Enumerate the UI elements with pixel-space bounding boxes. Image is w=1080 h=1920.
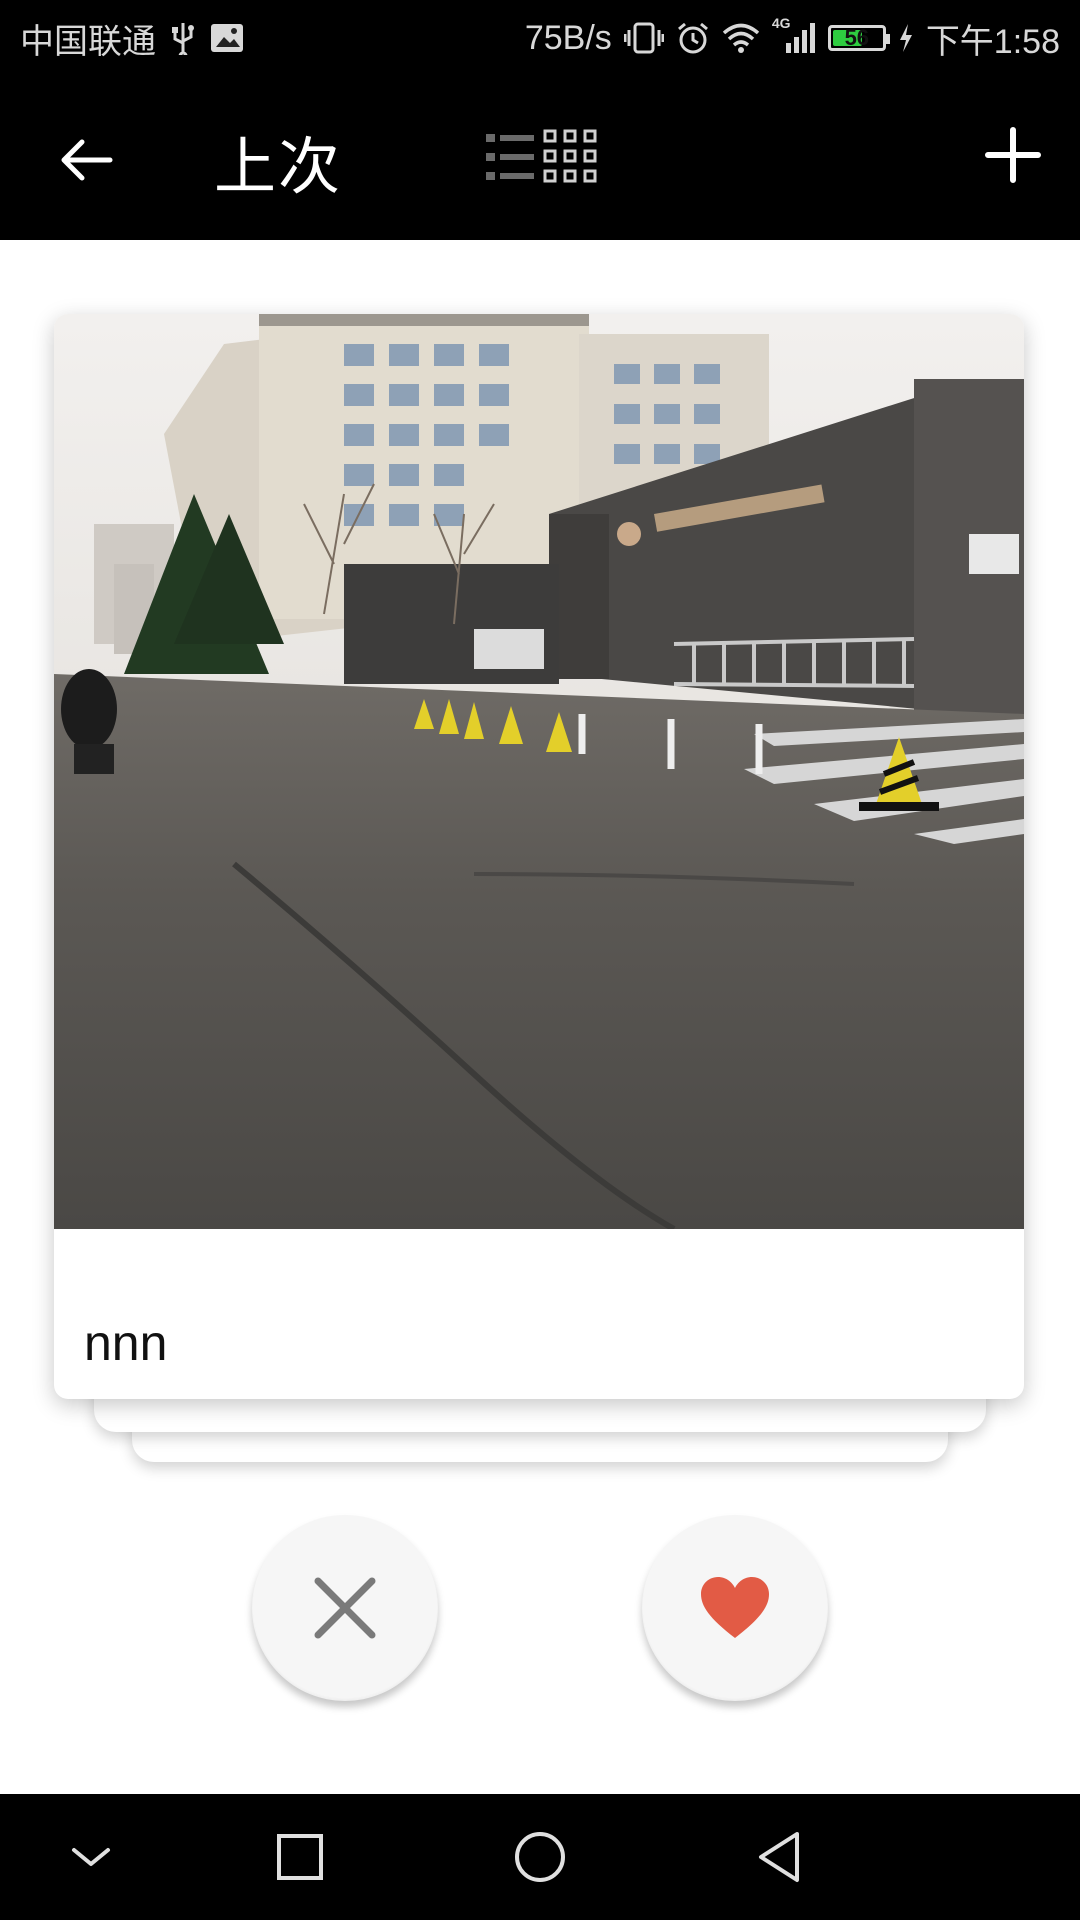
system-back-button[interactable] (747, 1824, 813, 1890)
signal-icon: 4G (772, 15, 816, 55)
image-notification-icon (210, 23, 244, 53)
clock: 下午1:58 (925, 22, 1060, 61)
list-view-button[interactable] (484, 130, 542, 184)
status-right: 75B/s 4G 56 下午1:58 (525, 14, 1060, 63)
dislike-button[interactable] (252, 1515, 438, 1701)
card-caption: nnn (84, 1315, 168, 1371)
back-triangle-icon (759, 1832, 799, 1882)
app-bar: 上次 (0, 76, 1080, 240)
status-bar: 中国联通 75B/s 4G 56 下午1:58 (0, 0, 1080, 76)
vibrate-icon (623, 21, 664, 55)
list-view-icon (486, 134, 534, 180)
add-button[interactable] (984, 126, 1042, 184)
hide-nav-button[interactable] (58, 1824, 124, 1890)
page-title: 上次 (214, 133, 343, 202)
grid-view-icon (543, 129, 597, 183)
status-left: 中国联通 (20, 14, 244, 63)
battery-level: 56 (844, 25, 870, 50)
usb-icon (170, 21, 196, 55)
network-type: 4G (771, 15, 791, 31)
wifi-icon (722, 22, 760, 54)
close-icon (314, 1577, 376, 1639)
swipe-card[interactable]: nnn (54, 314, 1024, 1399)
grid-view-button[interactable] (542, 128, 598, 184)
alarm-icon (676, 21, 710, 55)
heart-icon (701, 1577, 769, 1638)
like-button[interactable] (642, 1515, 828, 1701)
carrier-label: 中国联通 (20, 22, 156, 61)
chevron-down-icon (72, 1848, 110, 1866)
navigation-bar (0, 1794, 1080, 1920)
charging-icon (898, 23, 914, 53)
home-button[interactable] (507, 1824, 573, 1890)
back-button[interactable] (54, 128, 118, 192)
back-arrow-icon (61, 139, 113, 181)
plus-icon (985, 127, 1041, 183)
recents-square-icon (277, 1834, 323, 1880)
home-circle-icon (515, 1832, 565, 1882)
network-speed: 75B/s (524, 18, 612, 57)
battery-icon: 56 (827, 25, 890, 51)
card-photo (54, 314, 1024, 1229)
recents-button[interactable] (267, 1824, 333, 1890)
